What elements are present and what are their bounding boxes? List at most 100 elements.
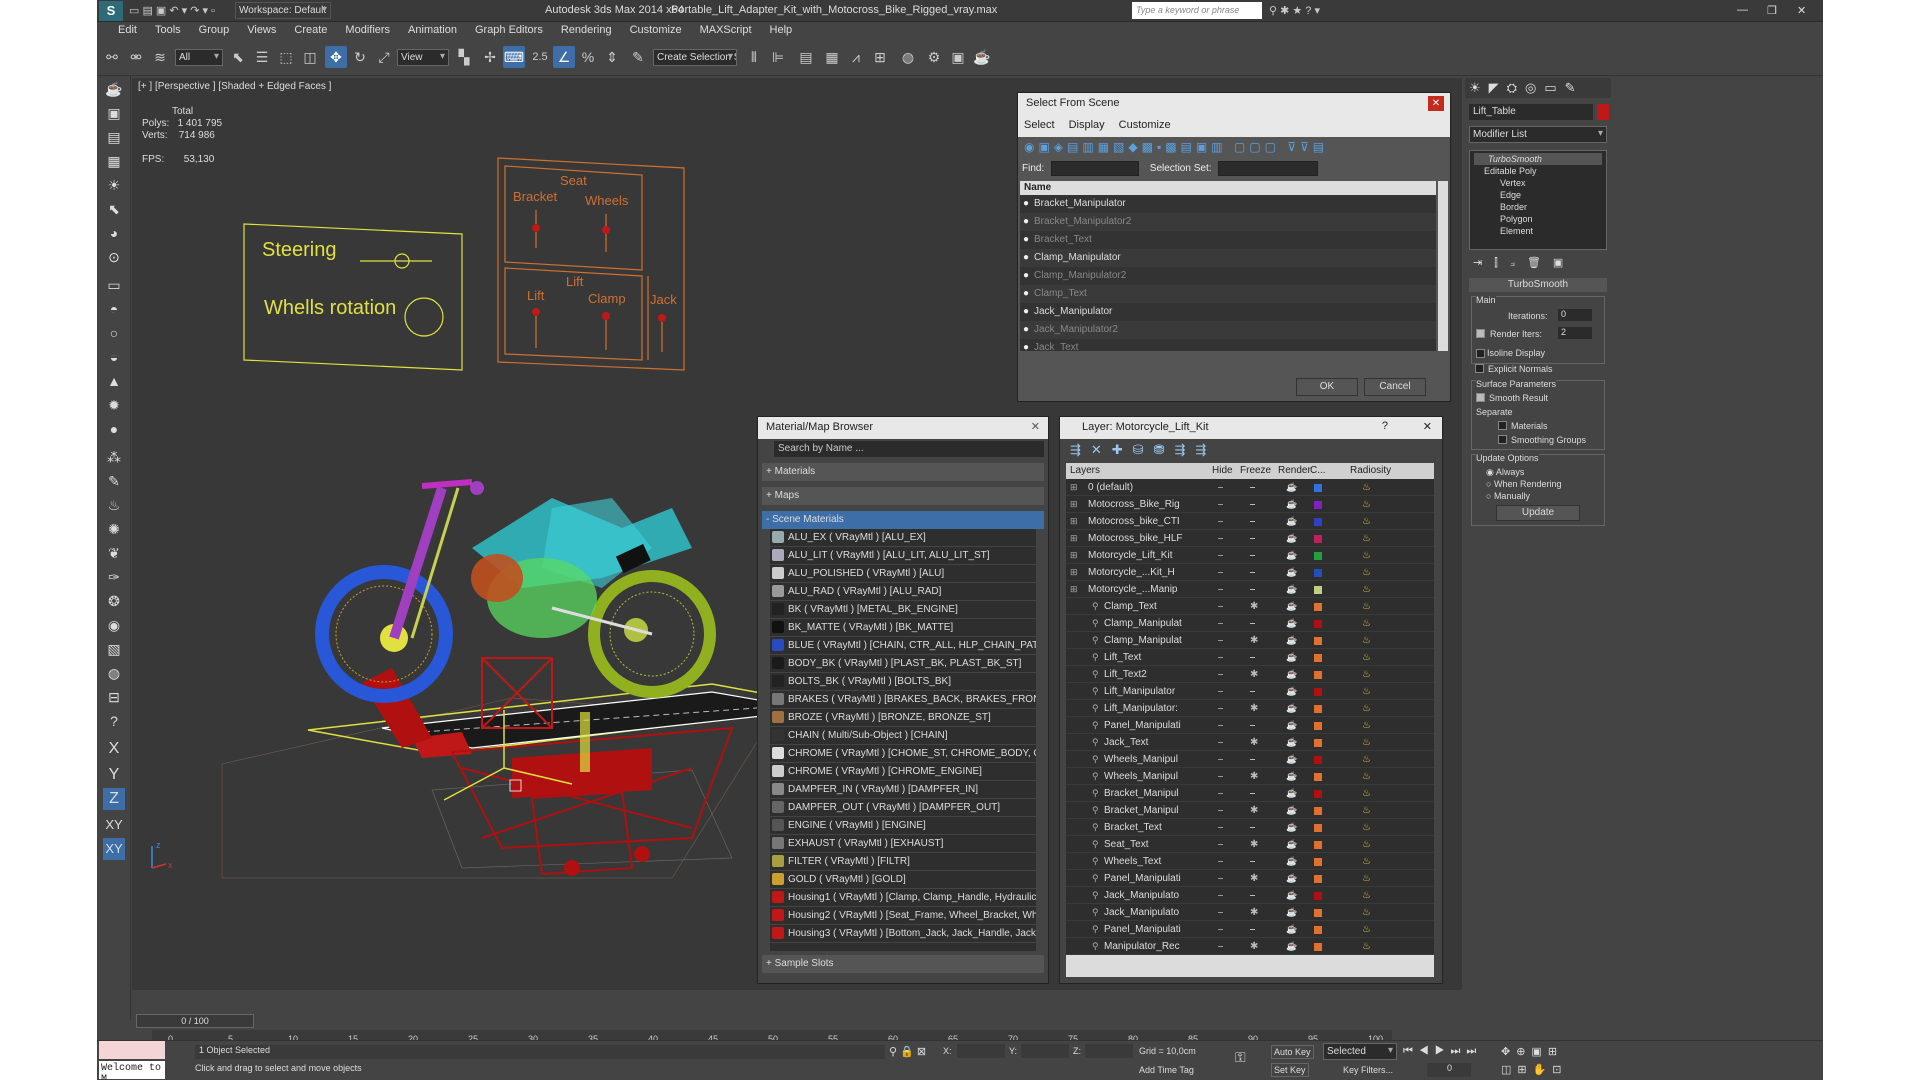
menu-help[interactable]: Help — [761, 22, 802, 36]
radiosity-icon[interactable]: ♨ — [1362, 751, 1371, 767]
layer-color-swatch[interactable] — [1314, 671, 1322, 679]
scene-object-row[interactable]: ● Clamp_Manipulator2 — [1020, 267, 1436, 285]
material-row[interactable]: BK_MATTE ( VRayMtl ) [BK_MATTE] — [770, 619, 1036, 637]
layer-row[interactable]: ⚲ Lift_Manipulator: ⎯ ✱ ☕ ♨ — [1066, 700, 1434, 717]
object-icon[interactable]: ⚲ — [1092, 870, 1099, 886]
object-icon[interactable]: ⚲ — [1092, 802, 1099, 818]
object-icon[interactable]: ⚲ — [1092, 615, 1099, 631]
when-rendering-radio[interactable]: ○ When Rendering — [1486, 479, 1561, 489]
layer-row[interactable]: ⚲ Jack_Manipulato ⎯ ✱ ☕ ♨ — [1066, 904, 1434, 921]
object-icon[interactable]: ⚲ — [1092, 649, 1099, 665]
render-toggle-icon[interactable]: ☕ — [1286, 649, 1297, 665]
layer-row[interactable]: ⚲ Jack_Manipulato ⎯ ⎯ ☕ ♨ — [1066, 887, 1434, 904]
explicit-normals-row[interactable]: Explicit Normals — [1475, 364, 1553, 374]
layer-col-hide[interactable]: Hide — [1212, 463, 1233, 479]
radiosity-icon[interactable]: ♨ — [1362, 938, 1371, 954]
freeze-toggle[interactable]: ✱ — [1250, 598, 1258, 614]
layer-color-swatch[interactable] — [1314, 858, 1322, 866]
layer-row[interactable]: ⚲ Lift_Text ⎯ ⎯ ☕ ♨ — [1066, 649, 1434, 666]
stack-turbosmooth[interactable]: TurboSmooth — [1474, 153, 1602, 165]
fx-icon[interactable]: ❂ — [103, 590, 125, 612]
curve-editor-icon[interactable]: ⩘ — [845, 46, 867, 68]
axis-xy-button[interactable]: XY — [103, 814, 125, 836]
axis-y-button[interactable]: Y — [103, 764, 125, 786]
material-row[interactable]: Housing2 ( VRayMtl ) [Seat_Frame, Wheel_… — [770, 907, 1036, 925]
radiosity-icon[interactable]: ♨ — [1362, 598, 1371, 614]
percent-snap-icon[interactable]: % — [577, 46, 599, 68]
object-icon[interactable]: ⚲ — [1092, 666, 1099, 682]
render-icon[interactable]: ☕ — [971, 46, 993, 68]
hide-toggle[interactable]: ⎯ — [1218, 700, 1223, 716]
material-row[interactable]: GOLD ( VRayMtl ) [GOLD] — [770, 871, 1036, 889]
stack-element[interactable]: Element — [1474, 225, 1602, 237]
freeze-toggle[interactable]: ✱ — [1250, 734, 1258, 750]
freeze-toggle[interactable]: ⎯ — [1250, 564, 1255, 580]
layer-color-swatch[interactable] — [1314, 620, 1322, 628]
selected-combo[interactable]: Selected — [1323, 1043, 1397, 1060]
layer-col-freeze[interactable]: Freeze — [1240, 463, 1271, 479]
rotate-icon[interactable]: ↻ — [349, 46, 371, 68]
layer-color-swatch[interactable] — [1314, 909, 1322, 917]
angle-snap-icon[interactable]: ∠ — [553, 46, 575, 68]
freeze-toggle[interactable]: ⎯ — [1250, 649, 1255, 665]
layer-color-swatch[interactable] — [1314, 501, 1322, 509]
paint-icon[interactable]: ✎ — [103, 470, 125, 492]
layer-row[interactable]: ⚲ Wheels_Manipul ⎯ ⎯ ☕ ♨ — [1066, 751, 1434, 768]
ball-icon[interactable]: ◉ — [103, 614, 125, 636]
schematic-icon[interactable]: ⊞ — [869, 46, 891, 68]
radiosity-icon[interactable]: ♨ — [1362, 836, 1371, 852]
hide-toggle[interactable]: ⎯ — [1218, 598, 1223, 614]
render-frame-icon[interactable]: ▣ — [947, 46, 969, 68]
list-icon[interactable]: ▤ — [103, 126, 125, 148]
select-object-icon[interactable]: ⬉ — [227, 46, 249, 68]
layer-toolbar[interactable]: ⇶✕✚⛁⛃⇶⇶ — [1060, 439, 1442, 461]
radiosity-icon[interactable]: ♨ — [1362, 683, 1371, 699]
rect-selection-icon[interactable]: ⬚ — [275, 46, 297, 68]
lock-icon[interactable]: ⚲ 🔒 ⊠ — [889, 1045, 926, 1058]
scene-object-row[interactable]: ● Jack_Text — [1020, 339, 1436, 351]
layer-row[interactable]: ⚲ Panel_Manipulati ⎯ ⎯ ☕ ♨ — [1066, 717, 1434, 734]
layer-row[interactable]: ⚲ Panel_Manipulati ⎯ ⎯ ☕ ♨ — [1066, 921, 1434, 938]
axis-z-button[interactable]: Z — [103, 788, 125, 810]
radiosity-icon[interactable]: ♨ — [1362, 785, 1371, 801]
stack-polygon[interactable]: Polygon — [1474, 213, 1602, 225]
layer-color-swatch[interactable] — [1314, 790, 1322, 798]
manipulate-icon[interactable]: ✢ — [479, 46, 501, 68]
object-icon[interactable]: ⚲ — [1092, 598, 1099, 614]
render-icon[interactable]: ▣ — [103, 102, 125, 124]
layer-color-swatch[interactable] — [1314, 756, 1322, 764]
hide-toggle[interactable]: ⎯ — [1218, 870, 1223, 886]
layer-row[interactable]: ⚲ Bracket_Manipul ⎯ ⎯ ☕ ♨ — [1066, 785, 1434, 802]
radiosity-icon[interactable]: ♨ — [1362, 564, 1371, 580]
layer-color-swatch[interactable] — [1314, 688, 1322, 696]
dome-icon[interactable]: ◓ — [103, 298, 125, 320]
object-icon[interactable]: ⚲ — [1092, 632, 1099, 648]
render-toggle-icon[interactable]: ☕ — [1286, 870, 1297, 886]
material-row[interactable]: Housing3 ( VRayMtl ) [Bottom_Jack, Jack_… — [770, 925, 1036, 943]
radiosity-icon[interactable]: ♨ — [1362, 547, 1371, 563]
freeze-toggle[interactable]: ⎯ — [1250, 581, 1255, 597]
material-row[interactable]: ENGINE ( VRayMtl ) [ENGINE] — [770, 817, 1036, 835]
find-input[interactable] — [1051, 161, 1140, 176]
material-row[interactable]: CHROME ( VRayMtl ) [CHROME_ENGINE] — [770, 763, 1036, 781]
radiosity-icon[interactable]: ♨ — [1362, 632, 1371, 648]
menu-views[interactable]: Views — [238, 22, 285, 36]
layer-color-swatch[interactable] — [1314, 552, 1322, 560]
freeze-toggle[interactable]: ⎯ — [1250, 887, 1255, 903]
menu-graph-editors[interactable]: Graph Editors — [466, 22, 552, 36]
quick-access-icons[interactable]: ▭ ▤ ▣ ↶ ▾ ↷ ▾ ▫ — [129, 4, 215, 17]
scene-materials-rollout[interactable]: - Scene Materials — [762, 511, 1044, 529]
select-menu-select[interactable]: Select — [1024, 119, 1055, 131]
freeze-toggle[interactable]: ✱ — [1250, 938, 1258, 954]
freeze-toggle[interactable]: ✱ — [1250, 768, 1258, 784]
scene-object-row[interactable]: ● Bracket_Manipulator — [1020, 195, 1436, 213]
scene-object-row[interactable]: ● Jack_Manipulator — [1020, 303, 1436, 321]
stack-vertex[interactable]: Vertex — [1474, 177, 1602, 189]
material-row[interactable]: EXHAUST ( VRayMtl ) [EXHAUST] — [770, 835, 1036, 853]
hide-toggle[interactable]: ⎯ — [1218, 530, 1223, 546]
radiosity-icon[interactable]: ♨ — [1362, 700, 1371, 716]
hide-toggle[interactable]: ⎯ — [1218, 836, 1223, 852]
layer-row[interactable]: ⚲ Lift_Manipulator ⎯ ⎯ ☕ ♨ — [1066, 683, 1434, 700]
object-icon[interactable]: ⚲ — [1092, 768, 1099, 784]
render-iters-spinner[interactable]: 2 — [1558, 327, 1592, 339]
